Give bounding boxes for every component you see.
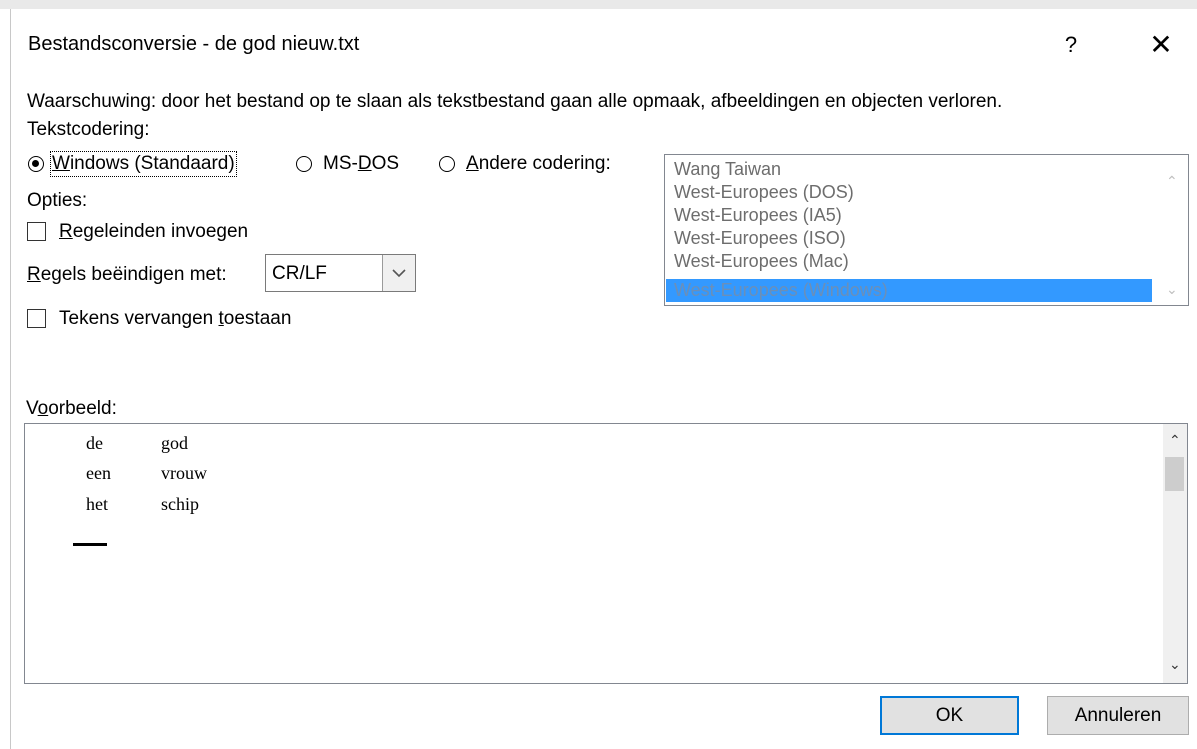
radio-button[interactable] <box>296 156 312 172</box>
preview-scrollbar[interactable]: ⌃ ⌄ <box>1163 424 1187 683</box>
encoding-listbox[interactable]: Wang Taiwan West-Europees (DOS) West-Eur… <box>664 154 1189 306</box>
radio-windows-label: Windows (Standaard) <box>50 151 237 177</box>
radio-other-encoding[interactable]: Andere codering: <box>439 152 649 178</box>
warning-text: Waarschuwing: door het bestand op te sla… <box>27 91 1003 112</box>
ok-button[interactable]: OK <box>880 696 1019 735</box>
list-item[interactable]: West-Europees (IA5) <box>666 204 1152 227</box>
chevron-up-icon[interactable]: ⌃ <box>1169 432 1181 449</box>
scrollbar-thumb[interactable] <box>1165 457 1184 491</box>
checkbox-allow-substitution[interactable]: Tekens vervangen toestaan <box>27 307 347 333</box>
radio-windows-standard[interactable]: Windows (Standaard) <box>27 151 277 178</box>
preview-word: vrouw <box>161 463 207 483</box>
checkbox-box[interactable] <box>27 309 46 328</box>
dropdown-button[interactable] <box>382 255 415 291</box>
title-bar[interactable]: Bestandsconversie - de god nieuw.txt ? ✕ <box>11 9 1197 79</box>
line-ending-select[interactable]: CR/LF <box>265 254 416 292</box>
radio-ms-dos-label: MS-DOS <box>323 153 400 174</box>
list-item[interactable]: West-Europees (Mac) <box>666 250 1152 273</box>
checkbox-insert-linebreaks-label: Regeleinden invoegen <box>59 221 249 242</box>
checkbox-insert-linebreaks[interactable]: Regeleinden invoegen <box>27 220 307 246</box>
checkbox-box[interactable] <box>27 222 46 241</box>
radio-other-encoding-label: Andere codering: <box>466 153 611 174</box>
radio-button[interactable] <box>439 156 455 172</box>
radio-button-selected[interactable] <box>28 156 44 172</box>
text-cursor <box>73 543 107 546</box>
chevron-down-icon[interactable]: ⌄ <box>1166 281 1178 298</box>
list-item[interactable]: Wang Taiwan <box>666 158 1152 181</box>
dialog-title: Bestandsconversie - de god nieuw.txt <box>28 33 360 55</box>
close-button[interactable]: ✕ <box>1143 25 1179 65</box>
list-item-selected[interactable]: West-Europees (Windows) <box>666 279 1152 302</box>
line-ending-value: CR/LF <box>272 263 327 284</box>
list-item[interactable]: West-Europees (ISO) <box>666 227 1152 250</box>
encoding-label: Tekstcodering: <box>27 119 150 140</box>
listbox-scrollbar[interactable]: ⌃ ⌄ <box>1156 155 1188 305</box>
preview-word: god <box>161 433 188 453</box>
chevron-down-icon <box>392 269 406 278</box>
preview-word: een <box>86 463 111 483</box>
options-label: Opties: <box>27 190 88 211</box>
preview-word: schip <box>161 494 199 514</box>
list-item[interactable]: West-Europees (DOS) <box>666 181 1152 204</box>
chevron-down-icon[interactable]: ⌄ <box>1169 656 1181 673</box>
preview-box[interactable]: de god een vrouw het schip ⌃ ⌄ <box>24 423 1188 684</box>
end-lines-label: Regels beëindigen met: <box>27 264 227 285</box>
radio-ms-dos[interactable]: MS-DOS <box>296 152 421 178</box>
preview-word: de <box>86 433 103 453</box>
cancel-button[interactable]: Annuleren <box>1047 696 1189 735</box>
window-frame-left <box>0 9 11 749</box>
preview-word: het <box>86 494 108 514</box>
preview-label: Voorbeeld: <box>26 398 117 419</box>
close-icon: ✕ <box>1149 29 1173 60</box>
chevron-up-icon[interactable]: ⌃ <box>1166 173 1178 190</box>
window-frame-top <box>0 0 1197 9</box>
checkbox-allow-substitution-label: Tekens vervangen toestaan <box>59 308 292 329</box>
help-button[interactable]: ? <box>1059 25 1083 65</box>
file-conversion-dialog: Bestandsconversie - de god nieuw.txt ? ✕… <box>11 9 1197 749</box>
